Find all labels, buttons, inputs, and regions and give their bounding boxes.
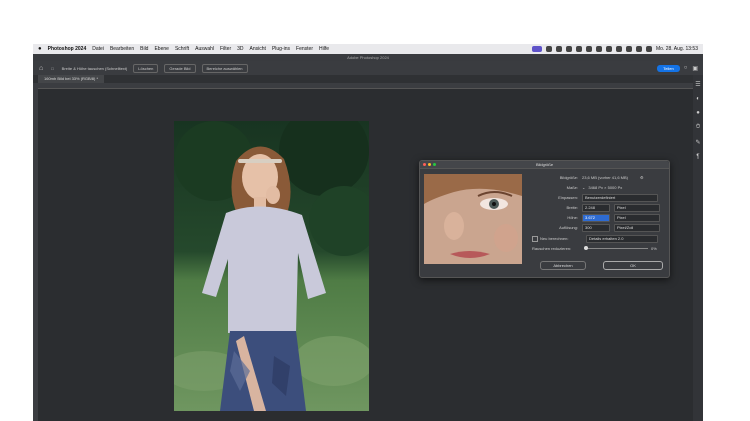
status-icon-3[interactable] [566, 46, 573, 52]
masse-label: Maße: [566, 185, 578, 190]
neu-berechnen-checkbox[interactable] [532, 235, 538, 242]
crop-tool-icon[interactable]: □ [51, 66, 53, 71]
neu-berechnen-label: Neu berechnen: [540, 236, 569, 241]
adjustments-icon[interactable]: ◐ [696, 96, 700, 102]
vertical-ruler [33, 88, 38, 421]
rauschen-label: Rauschen reduzieren: [532, 246, 572, 251]
hoehe-input[interactable]: 3.672 [582, 213, 610, 222]
dialog-title-text: Bildgröße [535, 162, 554, 167]
einpassen-select[interactable]: Benutzerdefiniert [582, 193, 658, 202]
breite-input[interactable]: 2.248 [582, 203, 610, 212]
horizontal-ruler [33, 83, 693, 89]
options-button-1[interactable]: Löschen [133, 63, 159, 73]
control-center-icon[interactable] [646, 46, 653, 52]
photoshop-status-icon[interactable] [532, 46, 543, 52]
bildgroesse-value: 23,6 MB (vorher 41,6 MB) [582, 175, 629, 180]
rauschen-value: 0% [651, 246, 657, 251]
ok-button[interactable]: OK [603, 261, 663, 270]
minimize-icon[interactable] [428, 163, 431, 166]
row-bildgroesse: Bildgröße: 23,6 MB (vorher 41,6 MB) ⚙ [528, 174, 644, 181]
menu-datei[interactable]: Datei [92, 46, 104, 52]
masse-value: 3468 Px × 5000 Px [588, 185, 623, 190]
model-photo [174, 121, 369, 411]
document-tab[interactable]: 160mh Bild bei 33% (RGB/8) * [38, 75, 105, 83]
zoom-icon[interactable] [433, 163, 436, 166]
options-bar: ⌂ □ Breite & Höhe tauschen (Schnelltext)… [33, 61, 703, 75]
neu-berechnen-select[interactable]: Details erhalten 2.0 [586, 234, 658, 243]
aufloesung-unit-select[interactable]: Pixel/Zoll [614, 223, 660, 232]
status-icon-6[interactable] [596, 46, 603, 52]
einpassen-label: Einpassen: [558, 195, 578, 200]
layers-icon[interactable]: ☰ [695, 81, 700, 88]
breite-label: Breite: [566, 205, 578, 210]
brush-icon[interactable]: ✎ [695, 139, 700, 146]
share-button[interactable]: Teilen [657, 64, 680, 72]
hoehe-unit-select[interactable]: Pixel [614, 213, 660, 222]
history-icon[interactable]: ⏱ [696, 124, 701, 131]
status-icon-1[interactable] [546, 46, 553, 52]
options-button-2[interactable]: Gerade Bild [164, 63, 196, 73]
image-size-dialog: Bildgröße Bildgröße: 23,6 MB (vorher 41,… [419, 160, 670, 278]
hoehe-label: Höhe: [567, 215, 578, 220]
status-area: Mo. 28. Aug. 13:53 [532, 46, 703, 52]
cancel-button[interactable]: Abbrechen [540, 261, 586, 270]
row-einpassen: Einpassen: Benutzerdefiniert [528, 193, 658, 202]
aufloesung-label: Auflösung: [559, 225, 578, 230]
menu-3d[interactable]: 3D [237, 46, 243, 52]
menu-schrift[interactable]: Schrift [175, 46, 189, 52]
options-checkbox-label[interactable]: Breite & Höhe tauschen (Schnelltext) [62, 66, 128, 71]
status-icon-7[interactable] [606, 46, 613, 52]
menu-app-name[interactable]: Photoshop 2024 [48, 46, 87, 52]
battery-icon[interactable] [616, 46, 623, 52]
properties-icon[interactable]: ● [696, 110, 700, 116]
menu-auswahl[interactable]: Auswahl [195, 46, 214, 52]
menubar-clock[interactable]: Mo. 28. Aug. 13:53 [656, 46, 698, 52]
menu-hilfe[interactable]: Hilfe [319, 46, 329, 52]
menu-ansicht[interactable]: Ansicht [250, 46, 266, 52]
status-icon-4[interactable] [576, 46, 583, 52]
slider-thumb[interactable] [584, 246, 588, 250]
rauschen-slider[interactable] [584, 246, 648, 250]
bildgroesse-label: Bildgröße: [559, 175, 578, 180]
app-title: Adobe Photoshop 2024 [33, 54, 703, 61]
menu-fenster[interactable]: Fenster [296, 46, 313, 52]
status-icon-2[interactable] [556, 46, 563, 52]
breite-unit-select[interactable]: Pixel [614, 203, 660, 212]
workspace-icon[interactable]: ▣ [692, 65, 698, 72]
menu-bild[interactable]: Bild [140, 46, 148, 52]
chevron-down-icon[interactable]: ⌄ [582, 185, 585, 190]
close-icon[interactable] [423, 163, 426, 166]
document-tabs: 160mh Bild bei 33% (RGB/8) * [33, 75, 703, 83]
preview-face-crop [424, 174, 522, 264]
row-masse: Maße: ⌄ 3468 Px × 5000 Px [528, 184, 623, 191]
right-panel-toolbar: ☰ ◐ ● ⏱ ✎ ¶ [693, 75, 703, 421]
search-icon[interactable] [636, 46, 643, 52]
aufloesung-input[interactable]: 300 [582, 223, 610, 232]
row-aufloesung: Auflösung: 300 Pixel/Zoll [528, 223, 660, 232]
photoshop-window: ● Photoshop 2024 Datei Bearbeiten Bild E… [33, 44, 703, 421]
canvas-image[interactable] [174, 121, 369, 411]
row-rauschen: Rauschen reduzieren: 0% [532, 245, 657, 252]
apple-icon[interactable]: ● [38, 46, 42, 52]
menu-ebene[interactable]: Ebene [154, 46, 168, 52]
search-icon[interactable]: ○ [684, 65, 688, 71]
row-breite: Breite: 2.248 Pixel [528, 203, 660, 212]
type-icon[interactable]: ¶ [696, 154, 699, 160]
menu-bearbeiten[interactable]: Bearbeiten [110, 46, 134, 52]
options-button-3[interactable]: Bereiche auswählen [201, 63, 248, 73]
gear-icon[interactable]: ⚙ [640, 175, 644, 180]
dialog-title: Bildgröße [420, 161, 669, 169]
macos-menubar: ● Photoshop 2024 Datei Bearbeiten Bild E… [33, 44, 703, 54]
status-icon-5[interactable] [586, 46, 593, 52]
dialog-preview[interactable] [424, 174, 522, 264]
menu-plugins[interactable]: Plug-ins [272, 46, 290, 52]
home-icon[interactable]: ⌂ [39, 65, 43, 72]
wifi-icon[interactable] [626, 46, 633, 52]
menu-filter[interactable]: Filter [220, 46, 231, 52]
row-hoehe: Höhe: 3.672 Pixel [528, 213, 660, 222]
row-neu-berechnen: Neu berechnen: Details erhalten 2.0 [532, 234, 658, 243]
